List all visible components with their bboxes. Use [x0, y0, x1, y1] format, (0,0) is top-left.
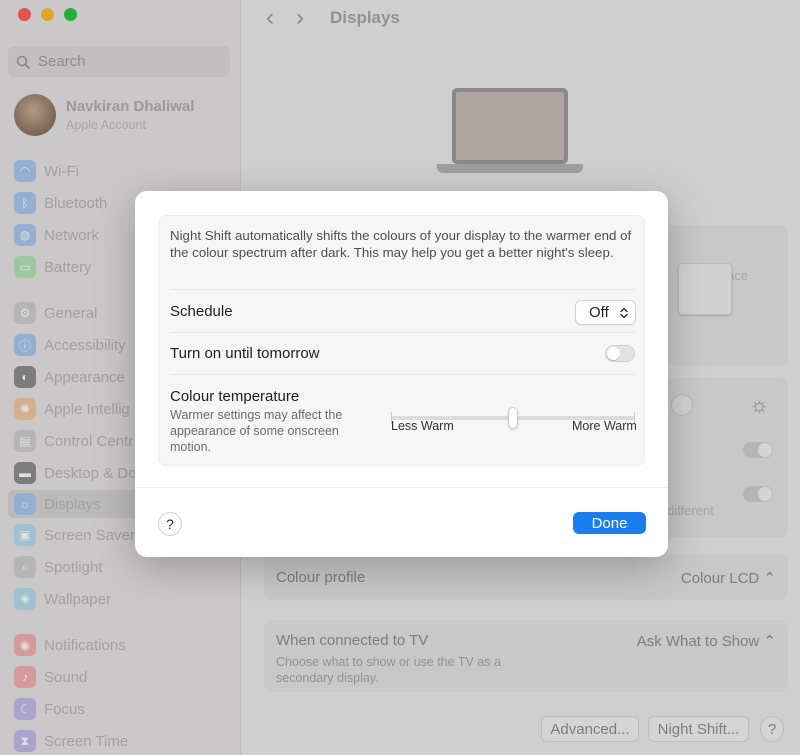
colour-temperature-label: Colour temperature	[170, 388, 300, 405]
turn-on-until-tomorrow-label: Turn on until tomorrow	[170, 345, 320, 362]
more-warm-label: More Warm	[572, 419, 637, 433]
night-shift-settings-card: Night Shift automatically shifts the col…	[158, 215, 645, 466]
turn-on-until-tomorrow-toggle[interactable]	[605, 345, 635, 362]
divider	[170, 374, 635, 375]
schedule-popup[interactable]: Off	[575, 300, 636, 325]
footer-divider	[135, 487, 668, 488]
schedule-value: Off	[589, 304, 609, 321]
toggle-knob	[607, 347, 620, 360]
divider	[170, 332, 635, 333]
slider-thumb[interactable]	[508, 407, 518, 429]
colour-temperature-sub-label: Warmer settings may affect the appearanc…	[170, 408, 343, 454]
done-button[interactable]: Done	[573, 512, 646, 534]
night-shift-dialog: Night Shift automatically shifts the col…	[135, 191, 668, 557]
less-warm-label: Less Warm	[391, 419, 454, 433]
up-down-chevron-icon	[620, 307, 628, 318]
divider	[170, 289, 635, 290]
schedule-label: Schedule	[170, 303, 233, 320]
help-button[interactable]: ?	[158, 512, 182, 536]
night-shift-description: Night Shift automatically shifts the col…	[170, 228, 632, 260]
